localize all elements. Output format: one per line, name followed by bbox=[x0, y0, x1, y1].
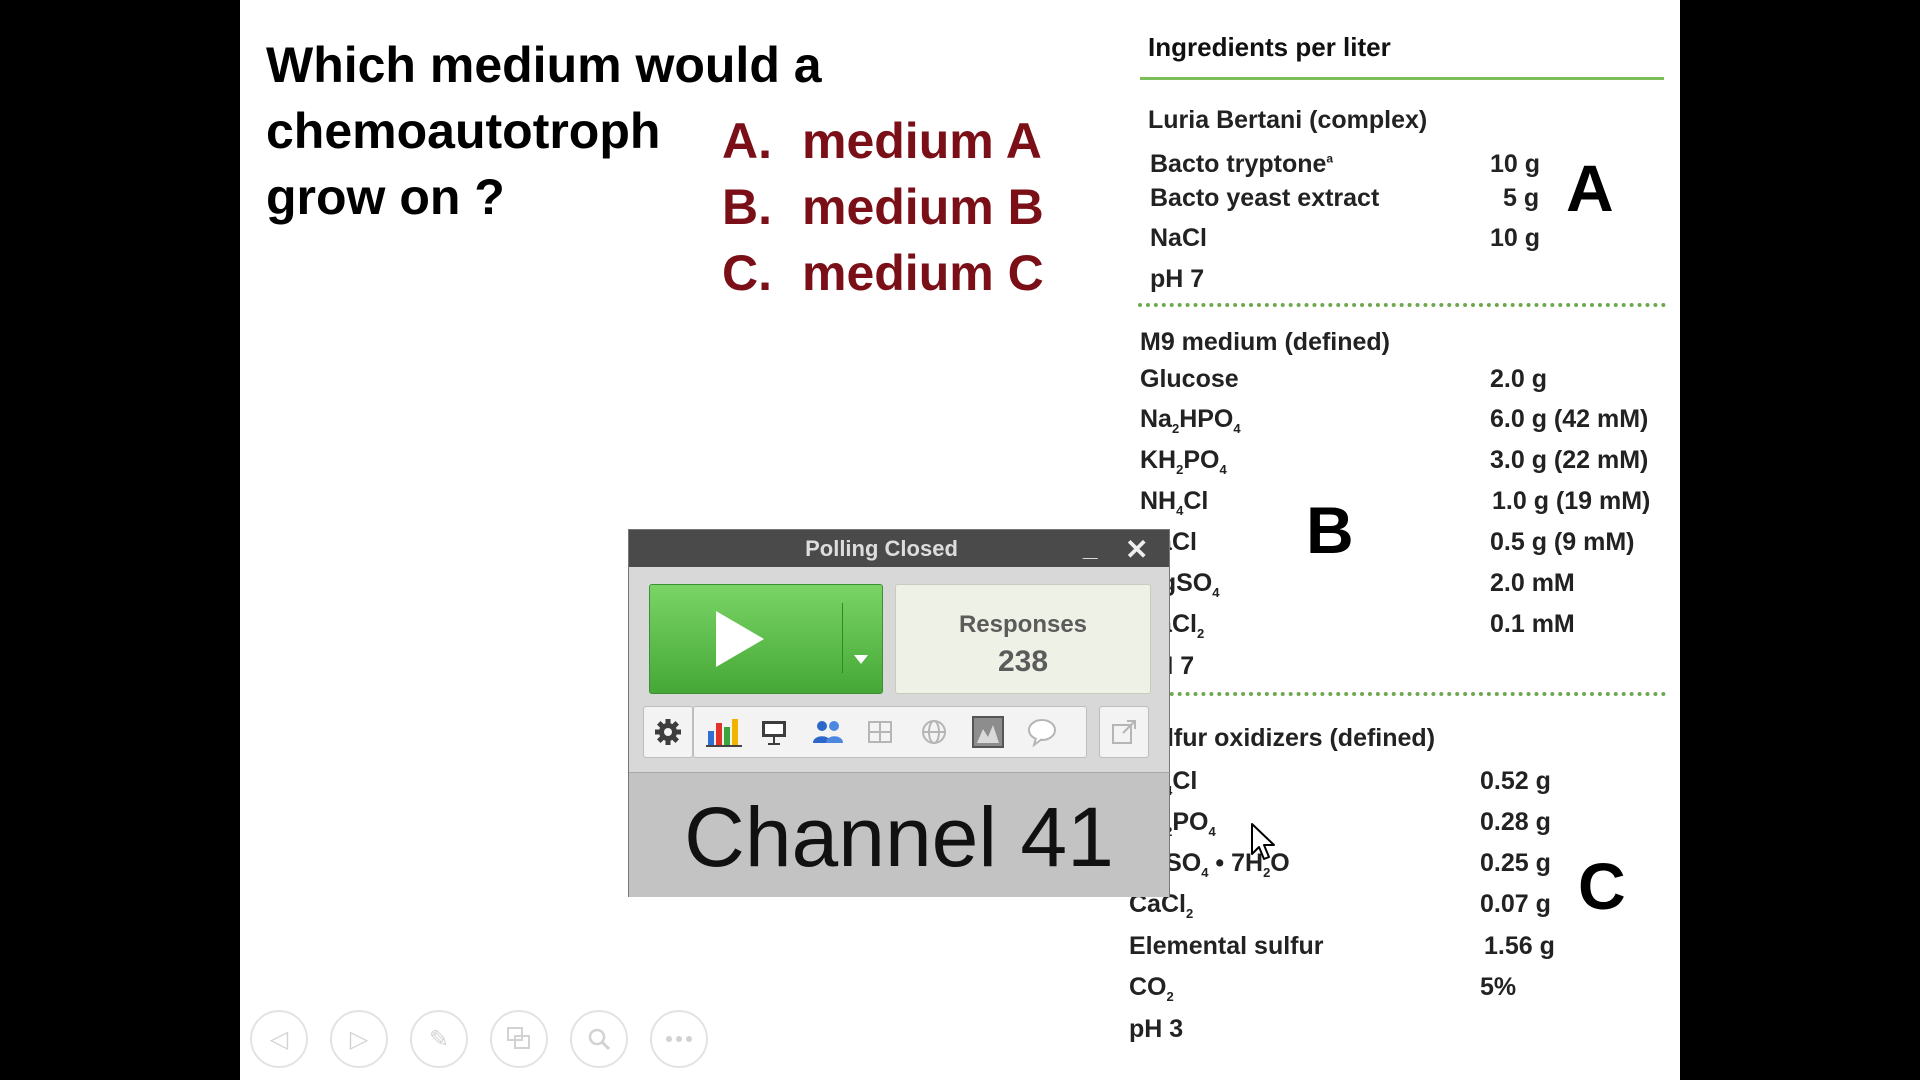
channel-label: Channel 41 bbox=[684, 790, 1114, 884]
polling-title: Polling Closed bbox=[805, 536, 958, 561]
ingredients-title: Ingredients per liter bbox=[1148, 32, 1391, 62]
section-letter-a: A bbox=[1566, 151, 1614, 225]
section-letter-b: B bbox=[1306, 493, 1354, 567]
polling-widget: Polling Closed _ ✕ Responses 238 Channel… bbox=[628, 529, 1170, 897]
responses-label: Responses bbox=[958, 611, 1088, 638]
ingredient-value: 5% bbox=[1480, 973, 1517, 1001]
play-icon bbox=[716, 611, 764, 667]
minimize-button[interactable]: _ bbox=[1083, 532, 1097, 563]
responses-count: 238 bbox=[997, 645, 1049, 678]
previous-icon[interactable]: ◁ bbox=[250, 1010, 308, 1068]
ingredient-value: 1.0 g (19 mM) bbox=[1492, 487, 1651, 515]
ingredient-name: Glucose bbox=[1140, 365, 1239, 393]
zoom-icon[interactable] bbox=[570, 1010, 628, 1068]
pen-icon[interactable]: ✎ bbox=[410, 1010, 468, 1068]
ingredient-value: 0.5 g (9 mM) bbox=[1490, 528, 1635, 556]
question-line: grow on ? bbox=[266, 169, 505, 225]
participants-icon[interactable] bbox=[804, 707, 852, 757]
option-a: A. medium A bbox=[722, 113, 1042, 169]
section-divider bbox=[1138, 692, 1666, 696]
grid-icon[interactable] bbox=[856, 707, 904, 757]
next-icon[interactable]: ▷ bbox=[330, 1010, 388, 1068]
ingredient-name: Bacto tryptonea bbox=[1150, 150, 1334, 178]
question-text: Which medium would a chemoautotroph grow… bbox=[266, 32, 822, 230]
question-line: chemoautotroph bbox=[266, 103, 661, 159]
ingredient-value: 3.0 g (22 mM) bbox=[1490, 446, 1649, 474]
external-link-icon[interactable] bbox=[1099, 706, 1149, 758]
ingredient-value: 0.28 g bbox=[1480, 808, 1551, 836]
bar-chart-icon[interactable] bbox=[700, 707, 748, 757]
section-title-a: Luria Bertani (complex) bbox=[1148, 106, 1428, 134]
option-c: C. medium C bbox=[722, 245, 1044, 301]
ingredient-value: 2.0 mM bbox=[1490, 569, 1575, 597]
ingredient-name: pH 3 bbox=[1129, 1015, 1184, 1043]
polling-toolbar bbox=[643, 706, 1155, 758]
chart-image-icon[interactable] bbox=[964, 707, 1012, 757]
presentation-icon[interactable] bbox=[750, 707, 798, 757]
section-letter-c: C bbox=[1578, 849, 1626, 923]
ingredient-name: NaCl bbox=[1150, 224, 1207, 252]
ingredient-name: CO2 bbox=[1129, 973, 1174, 1004]
ingredient-name: Na2HPO4 bbox=[1140, 405, 1241, 436]
section-divider bbox=[1138, 303, 1666, 307]
question-line: Which medium would a bbox=[266, 37, 822, 93]
slide: Which medium would a chemoautotroph grow… bbox=[240, 0, 1680, 1080]
ingredient-name: Elemental sulfur bbox=[1129, 932, 1324, 960]
ingredient-value: 1.56 g bbox=[1484, 932, 1555, 960]
ingredient-name: Bacto yeast extract bbox=[1150, 184, 1380, 212]
comment-icon[interactable] bbox=[1018, 707, 1066, 757]
toolbar-group bbox=[693, 706, 1087, 758]
mouse-cursor-icon bbox=[1251, 823, 1275, 860]
ingredient-value: 0.25 g bbox=[1480, 849, 1551, 877]
ingredient-name: pH 7 bbox=[1150, 265, 1205, 293]
gear-icon[interactable] bbox=[643, 706, 693, 758]
more-icon[interactable] bbox=[650, 1010, 708, 1068]
ingredient-value: 5 g bbox=[1503, 184, 1540, 212]
ingredient-name: KH2PO4 bbox=[1140, 446, 1227, 477]
ingredient-value: 10 g bbox=[1490, 224, 1541, 252]
section-title-b: M9 medium (defined) bbox=[1140, 328, 1391, 356]
start-polling-button[interactable] bbox=[649, 584, 883, 694]
globe-icon[interactable] bbox=[910, 707, 958, 757]
button-divider bbox=[842, 603, 843, 673]
ingredient-name: NH4Cl bbox=[1140, 487, 1209, 518]
ingredient-value: 10 g bbox=[1490, 150, 1541, 178]
title-rule bbox=[1140, 77, 1664, 80]
ingredient-value: 6.0 g (42 mM) bbox=[1490, 405, 1649, 433]
option-b: B. medium B bbox=[722, 179, 1044, 235]
ingredient-value: 0.07 g bbox=[1480, 890, 1551, 918]
channel-display: Channel 41 bbox=[629, 772, 1169, 897]
section-title-c: Sulfur oxidizers (defined) bbox=[1135, 724, 1436, 752]
responses-box[interactable]: Responses 238 bbox=[895, 584, 1151, 694]
dropdown-arrow-icon[interactable] bbox=[854, 655, 868, 664]
ingredient-value: 2.0 g bbox=[1490, 365, 1547, 393]
ingredient-value: 0.52 g bbox=[1480, 767, 1551, 795]
polling-titlebar[interactable]: Polling Closed _ ✕ bbox=[629, 530, 1169, 567]
answer-options: A. medium A B. medium B C. medium C bbox=[722, 112, 1044, 310]
close-button[interactable]: ✕ bbox=[1125, 533, 1148, 566]
slides-icon[interactable] bbox=[490, 1010, 548, 1068]
ingredient-value: 0.1 mM bbox=[1490, 610, 1575, 638]
